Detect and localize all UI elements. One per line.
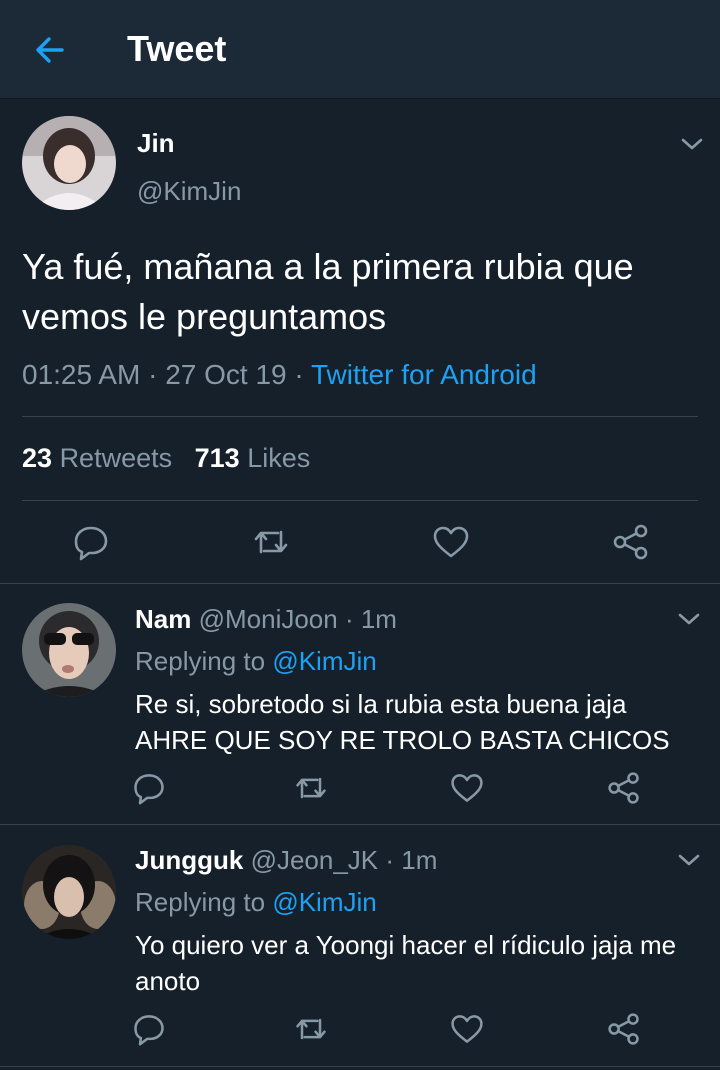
reply-header: Jungguk @Jeon_JK · 1m bbox=[135, 845, 437, 876]
tweet-text: Ya fué, mañana a la primera rubia que ve… bbox=[22, 246, 634, 337]
replying-to-label: Replying to bbox=[135, 887, 266, 917]
reply-author-name[interactable]: Jungguk bbox=[135, 845, 243, 875]
replying-to-handle[interactable]: @KimJin bbox=[272, 887, 376, 917]
like-button[interactable] bbox=[449, 770, 485, 806]
divider bbox=[0, 1066, 720, 1067]
retweet-icon bbox=[296, 1018, 326, 1040]
divider bbox=[0, 583, 720, 584]
reply-button[interactable] bbox=[71, 522, 111, 562]
divider bbox=[22, 500, 698, 501]
share-button[interactable] bbox=[606, 1011, 642, 1047]
reply-author-handle[interactable]: @Jeon_JK bbox=[251, 845, 379, 875]
tweet-meta: 01:25 AM · 27 Oct 19 · Twitter for Andro… bbox=[22, 359, 537, 391]
like-button[interactable] bbox=[431, 522, 471, 562]
chevron-down-icon bbox=[678, 854, 700, 866]
retweets-stat[interactable]: 23 Retweets bbox=[22, 443, 172, 473]
likes-stat[interactable]: 713 Likes bbox=[195, 443, 311, 473]
like-icon bbox=[451, 1015, 483, 1043]
retweet-icon bbox=[296, 777, 326, 799]
author-handle[interactable]: @KimJin bbox=[137, 176, 241, 207]
replying-to: Replying to @KimJin bbox=[135, 646, 377, 677]
tweet-stats: 23 Retweets 713 Likes bbox=[22, 443, 310, 474]
reply-author-name[interactable]: Nam bbox=[135, 604, 191, 634]
reply-avatar[interactable] bbox=[22, 845, 116, 939]
reply-icon bbox=[74, 526, 108, 561]
retweets-label: Retweets bbox=[59, 443, 173, 473]
reply-button[interactable] bbox=[131, 1011, 167, 1047]
share-icon bbox=[608, 772, 639, 804]
back-arrow-icon bbox=[36, 37, 64, 63]
meta-separator: · bbox=[140, 359, 166, 390]
like-icon bbox=[451, 774, 483, 802]
likes-count: 713 bbox=[194, 443, 240, 473]
meta-separator: · bbox=[337, 604, 361, 634]
reply-avatar[interactable] bbox=[22, 603, 116, 697]
retweet-button[interactable] bbox=[251, 522, 291, 562]
reply-button[interactable] bbox=[131, 770, 167, 806]
replying-to-label: Replying to bbox=[135, 646, 266, 676]
share-icon bbox=[608, 1013, 639, 1045]
reply-time: 1m bbox=[360, 604, 397, 634]
reply-menu-button[interactable] bbox=[676, 610, 702, 628]
retweet-icon bbox=[254, 530, 288, 554]
meta-separator: · bbox=[286, 359, 311, 390]
share-button[interactable] bbox=[606, 770, 642, 806]
like-icon bbox=[433, 526, 469, 558]
divider bbox=[0, 824, 720, 825]
share-button[interactable] bbox=[611, 522, 651, 562]
meta-separator: · bbox=[378, 845, 402, 875]
likes-label: Likes bbox=[247, 443, 311, 473]
divider bbox=[22, 416, 698, 417]
tweet-date: 27 Oct 19 bbox=[165, 359, 287, 390]
replying-to-handle[interactable]: @KimJin bbox=[272, 646, 376, 676]
reply-text: Re si, sobretodo si la rubia esta buena … bbox=[135, 689, 670, 755]
reply-text: Yo quiero ver a Yoongi hacer el rídiculo… bbox=[135, 930, 677, 996]
chevron-down-icon bbox=[678, 613, 700, 625]
tweet-source-link[interactable]: Twitter for Android bbox=[311, 359, 537, 390]
reply-author-handle[interactable]: @MoniJoon bbox=[199, 604, 338, 634]
reply-menu-button[interactable] bbox=[676, 851, 702, 869]
tweet-time: 01:25 AM bbox=[22, 359, 141, 390]
reply-time: 1m bbox=[401, 845, 438, 875]
chevron-down-icon bbox=[681, 138, 703, 150]
author-name[interactable]: Jin bbox=[137, 128, 175, 159]
reply-icon bbox=[134, 774, 164, 805]
like-button[interactable] bbox=[449, 1011, 485, 1047]
avatar[interactable] bbox=[22, 116, 116, 210]
back-button[interactable] bbox=[30, 33, 70, 67]
reply-header: Nam @MoniJoon · 1m bbox=[135, 604, 397, 635]
retweet-button[interactable] bbox=[293, 770, 329, 806]
share-icon bbox=[613, 524, 648, 560]
reply-icon bbox=[134, 1015, 164, 1046]
top-bar: Tweet bbox=[0, 0, 720, 99]
tweet-menu-button[interactable] bbox=[679, 135, 705, 153]
retweets-count: 23 bbox=[22, 443, 53, 473]
retweet-button[interactable] bbox=[293, 1011, 329, 1047]
page-title: Tweet bbox=[127, 28, 227, 69]
replying-to: Replying to @KimJin bbox=[135, 887, 377, 918]
